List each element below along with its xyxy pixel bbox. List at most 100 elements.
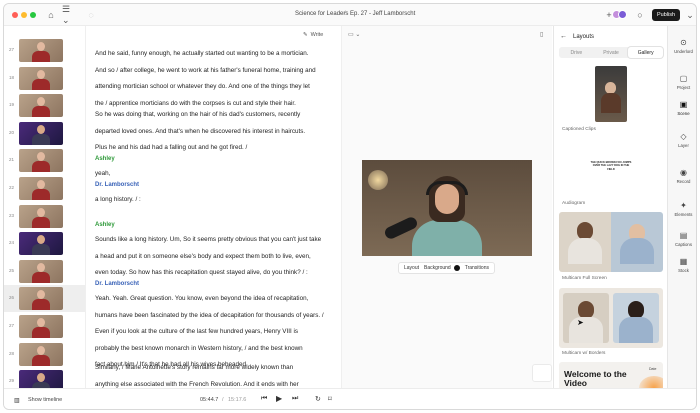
rail-item-elements[interactable]: ✦ Elements bbox=[668, 201, 696, 217]
scene-thumbnail[interactable]: 28 bbox=[4, 341, 85, 368]
rail-item-record[interactable]: ◉ Record bbox=[668, 168, 696, 184]
bookmark-icon[interactable]: ⌑ bbox=[328, 395, 332, 403]
transcript-paragraph[interactable]: Similarly, / Marie Antoinette's story re… bbox=[95, 360, 331, 388]
scene-number: 28 bbox=[9, 350, 15, 356]
scene-thumbnail[interactable]: 27 bbox=[4, 37, 85, 64]
rail-item-label: Elements bbox=[674, 212, 693, 217]
tab-drive[interactable]: Drive bbox=[559, 47, 594, 58]
rail-item-scene[interactable]: ▣ Scene bbox=[668, 100, 696, 116]
video-preview[interactable] bbox=[362, 160, 532, 256]
rail-item-stock[interactable]: ▦ Stock bbox=[668, 257, 696, 273]
transcript-paragraph[interactable]: And he said, funny enough, he actually s… bbox=[95, 46, 331, 112]
sync-icon[interactable]: ◌ bbox=[84, 8, 98, 22]
scene-thumbnail[interactable]: 23 bbox=[4, 203, 85, 230]
write-button[interactable]: ✎ Write bbox=[303, 32, 323, 38]
scene-thumbnail[interactable]: 18 bbox=[4, 65, 85, 92]
menu-icon[interactable]: ☰ ⌄ bbox=[62, 4, 80, 25]
transcript-paragraph[interactable]: yeah, bbox=[95, 166, 331, 183]
panel-toggle-icon[interactable]: ▯ bbox=[540, 31, 543, 38]
rail-item-project[interactable]: ▢ Project bbox=[668, 74, 696, 90]
time-separator: / bbox=[222, 397, 224, 403]
rail-item-label: Stock bbox=[678, 268, 689, 273]
transcript-line: Yeah. Yeah. Great question. You know, ev… bbox=[95, 295, 309, 302]
title-card-headline: Welcome to the Video bbox=[564, 369, 627, 388]
layout-card-title[interactable]: Welcome to the Video Date bbox=[559, 362, 663, 388]
camera-pane-left bbox=[563, 293, 609, 343]
transcript-editor[interactable]: ✎ Write And he said, funny enough, he ac… bbox=[87, 26, 340, 388]
scene-preview-image bbox=[19, 39, 63, 62]
tab-private[interactable]: Private bbox=[594, 47, 629, 58]
play-icon[interactable]: ▶ bbox=[276, 394, 282, 403]
transcript-line: attending mortician school or whatever t… bbox=[95, 83, 310, 90]
title-card-tag: Date bbox=[649, 367, 657, 371]
scene-thumbnail[interactable]: 29 bbox=[4, 368, 85, 388]
underlord-icon: ⊙ bbox=[680, 38, 687, 47]
elements-icon: ✦ bbox=[680, 201, 687, 210]
back-arrow-icon[interactable]: ← bbox=[560, 33, 567, 40]
background-color-swatch bbox=[453, 265, 460, 271]
aspect-ratio-menu[interactable]: ▭ ⌄ bbox=[348, 31, 360, 38]
layout-label: Multicam w/ Borders bbox=[562, 351, 606, 356]
show-timeline-button[interactable]: Show timeline bbox=[28, 397, 62, 403]
scene-thumbnail[interactable]: 27 bbox=[4, 313, 85, 340]
speaker-label[interactable]: Ashley bbox=[95, 222, 115, 228]
scene-thumbnail[interactable]: 20 bbox=[4, 120, 85, 147]
layout-card-captioned-clips[interactable] bbox=[559, 64, 663, 122]
rail-item-captions[interactable]: ▤ Captions bbox=[668, 231, 696, 247]
scene-thumbnail[interactable]: 21 bbox=[4, 147, 85, 174]
skip-forward-icon[interactable]: ⏭ bbox=[292, 395, 298, 403]
transcript-line: a long history. / : bbox=[95, 196, 141, 203]
rail-item-layer[interactable]: ◇ Layer bbox=[668, 132, 696, 148]
scene-thumbnail[interactable]: 24 bbox=[4, 230, 85, 257]
transcript-paragraph[interactable]: a long history. / : bbox=[95, 192, 331, 209]
layout-label: Audiogram bbox=[562, 201, 586, 206]
rail-item-underlord[interactable]: ⊙ Underlord bbox=[668, 38, 696, 54]
transcript-line: a head and put it on someone else's body… bbox=[95, 252, 311, 260]
stage-corner-box[interactable] bbox=[532, 364, 552, 382]
layout-card-multicam-full[interactable] bbox=[559, 212, 663, 272]
title-bar: ⌂ ☰ ⌄ ◌ Science for Leaders / Ep. 27 - J… bbox=[4, 4, 696, 26]
scene-preview-image bbox=[19, 287, 63, 311]
comment-icon[interactable]: ○ bbox=[633, 8, 647, 22]
show-name[interactable]: Science for Leaders bbox=[295, 11, 348, 17]
background-button[interactable]: Background bbox=[424, 265, 460, 271]
layouts-tabs: Drive Private Gallery bbox=[559, 47, 664, 58]
scene-thumbnail[interactable]: 26 bbox=[4, 285, 85, 313]
skip-back-icon[interactable]: ⏮ bbox=[261, 395, 267, 403]
scene-thumbnail[interactable]: 19 bbox=[4, 92, 85, 119]
transcript-paragraph[interactable]: Sounds like a long history. Um, So it se… bbox=[95, 232, 331, 282]
audiogram-quote: THE QUICK BROWN FOX JUMPS OVER THE LAZY … bbox=[590, 161, 632, 171]
pencil-icon: ✎ bbox=[303, 32, 308, 38]
minimize-window-button[interactable] bbox=[21, 12, 27, 18]
episode-name[interactable]: Ep. 27 - Jeff Lamborscht bbox=[350, 11, 415, 17]
transitions-button[interactable]: Transitions bbox=[465, 265, 489, 271]
more-options-icon[interactable]: ⌄ bbox=[683, 8, 696, 22]
timeline-icon[interactable]: ▥ bbox=[14, 397, 20, 404]
speaker-label[interactable]: Ashley bbox=[95, 156, 115, 162]
lamp bbox=[368, 170, 388, 190]
speaker-torso bbox=[412, 220, 482, 256]
loop-icon[interactable]: ↻ bbox=[315, 395, 321, 403]
speaker-label[interactable]: Dr. Lamborscht bbox=[95, 281, 139, 287]
close-window-button[interactable] bbox=[12, 12, 18, 18]
clip-body bbox=[601, 93, 621, 113]
transcript-paragraph[interactable]: So he was doing that, working on the hai… bbox=[95, 107, 331, 157]
maximize-window-button[interactable] bbox=[30, 12, 36, 18]
collaborator-avatars[interactable] bbox=[612, 9, 630, 21]
cursor-icon: ➤ bbox=[577, 318, 584, 327]
scene-thumbnail-list[interactable]: 27 18 19 20 21 22 23 24 25 26 27 28 29 bbox=[4, 26, 86, 388]
scene-thumbnail[interactable]: 22 bbox=[4, 175, 85, 202]
publish-button[interactable]: Publish bbox=[652, 9, 680, 21]
transcript-line: departed loved ones. And that's when he … bbox=[95, 127, 306, 135]
layout-button[interactable]: Layout bbox=[404, 265, 419, 271]
camera-pane-left bbox=[559, 212, 611, 272]
scene-preview-image bbox=[19, 149, 63, 173]
layout-card-multicam-borders[interactable]: ➤ bbox=[559, 288, 663, 348]
tab-gallery[interactable]: Gallery bbox=[628, 47, 664, 58]
layout-card-audiogram[interactable]: THE QUICK BROWN FOX JUMPS OVER THE LAZY … bbox=[559, 137, 663, 197]
scene-number: 26 bbox=[9, 295, 15, 301]
scene-thumbnail[interactable]: 25 bbox=[4, 258, 85, 285]
transcript-line: Sounds like a long history. Um, So it se… bbox=[95, 236, 322, 243]
speaker-label[interactable]: Dr. Lamborscht bbox=[95, 182, 139, 188]
home-icon[interactable]: ⌂ bbox=[44, 8, 58, 22]
